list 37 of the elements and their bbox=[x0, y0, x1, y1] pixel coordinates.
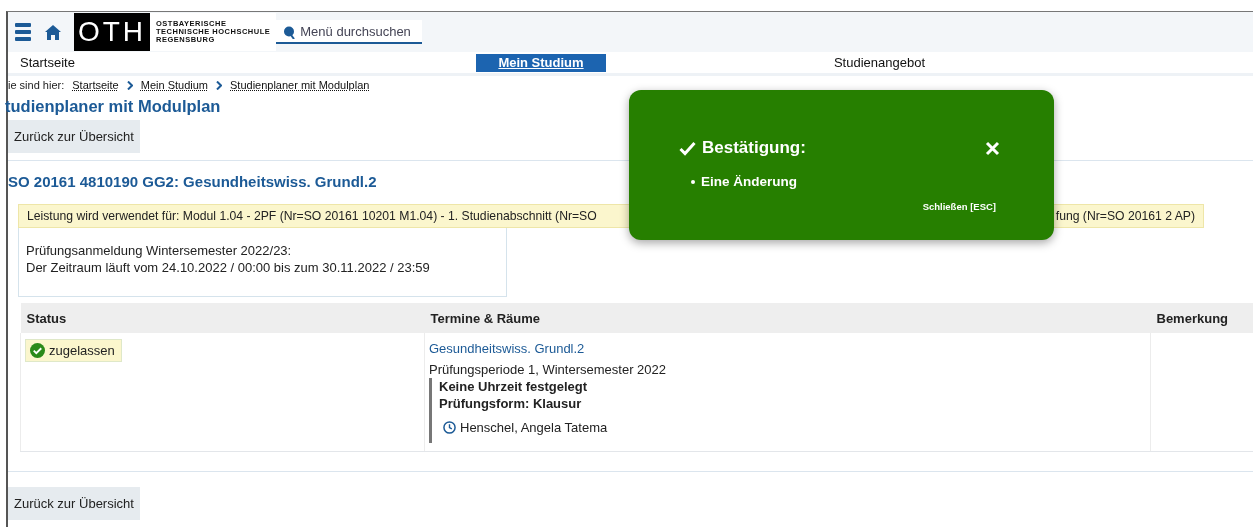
nav-tab[interactable]: Mein Studium bbox=[476, 53, 606, 72]
toast-message: Eine Änderung bbox=[701, 174, 797, 189]
usage-note-text: Leistung wird verwendet für: Modul 1.04 - 2PF (Nr=SO 20161 10201 M1.04) - 1. Studienabschnitt (Nr=SO bbox=[27, 209, 597, 223]
column-header: Termine & Räume bbox=[424, 303, 1151, 333]
usage-note-text: fung (Nr=SO 20161 2 AP) bbox=[1055, 209, 1195, 223]
breadcrumb-label: ie sind hier: bbox=[8, 79, 65, 91]
toast-title: Bestätigung: bbox=[702, 138, 806, 158]
search-icon bbox=[283, 26, 296, 39]
breadcrumb-link[interactable]: Startseite bbox=[72, 79, 119, 91]
examiner-name: Henschel, Angela Tatema bbox=[460, 420, 608, 435]
exam-period: Prüfungsperiode 1, Wintersemester 2022 bbox=[429, 362, 667, 377]
logo-mark[interactable]: OTH bbox=[74, 13, 150, 51]
column-header: Status bbox=[20, 303, 425, 333]
nav-tab[interactable]: Studienangebot bbox=[833, 53, 926, 72]
close-hint-link[interactable]: Schließen [ESC] bbox=[679, 201, 996, 212]
clock-icon bbox=[443, 421, 456, 434]
chevron-icon bbox=[216, 80, 222, 90]
check-circle-icon bbox=[30, 343, 45, 358]
menu-icon[interactable] bbox=[15, 22, 31, 42]
back-button[interactable]: Zurück zur Übersicht bbox=[8, 120, 140, 153]
bullet-icon bbox=[691, 179, 695, 184]
column-header: Bemerkung bbox=[1150, 303, 1253, 333]
close-button[interactable] bbox=[985, 140, 1000, 156]
breadcrumb-link[interactable]: Studienplaner mit Modulplan bbox=[230, 79, 370, 91]
checkmark-icon bbox=[679, 140, 696, 156]
exam-link[interactable]: Gesundheitswiss. Grundl.2 bbox=[429, 341, 1146, 356]
nav-tab[interactable]: Startseite bbox=[20, 53, 476, 72]
home-icon[interactable] bbox=[45, 24, 61, 40]
chevron-icon bbox=[126, 80, 133, 90]
module-title: SO 20161 4810190 GG2: Gesundheitswiss. Grundl.2 bbox=[8, 173, 377, 190]
status-badge: zugelassen bbox=[25, 339, 122, 362]
registration-info: Prüfungsanmeldung Wintersemester 2022/23: Der Zeitraum läuft vom 24.10.2022 / 00:00 bis zum 30.11.2022 / 23:59 bbox=[18, 228, 507, 297]
exam-time: Keine Uhrzeit festgelegt bbox=[439, 378, 589, 395]
back-button[interactable]: Zurück zur Übersicht bbox=[8, 487, 140, 520]
breadcrumb-link[interactable]: Mein Studium bbox=[140, 79, 208, 91]
search-field[interactable]: Menü durchsuchen bbox=[276, 20, 423, 44]
exam-form: Prüfungsform: Klausur bbox=[439, 395, 583, 412]
